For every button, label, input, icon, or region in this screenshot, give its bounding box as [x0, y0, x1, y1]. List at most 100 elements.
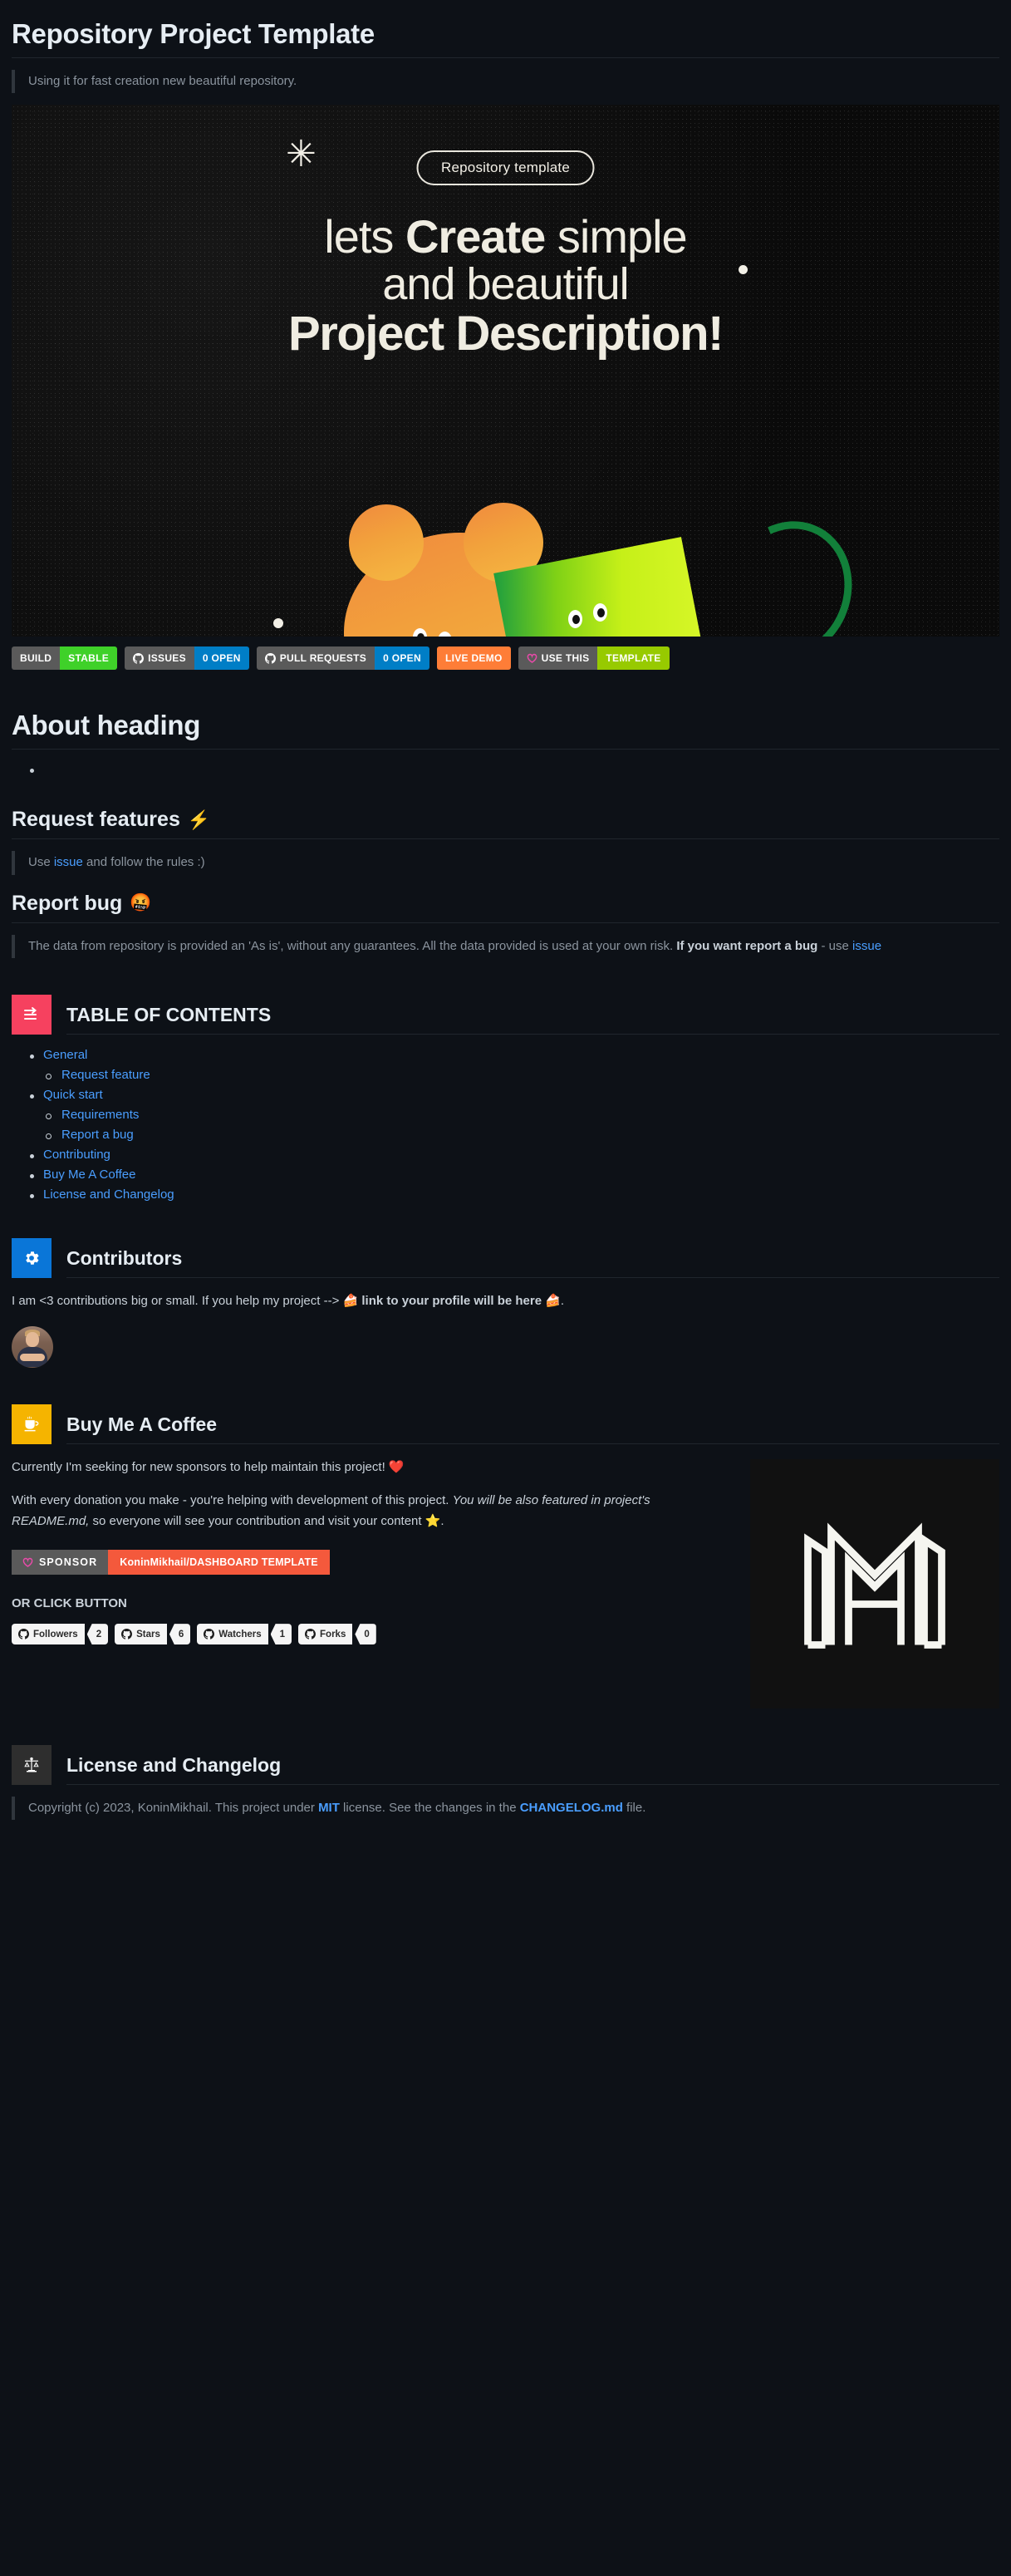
about-heading: About heading: [12, 710, 201, 741]
toc-title: TABLE OF CONTENTS: [66, 1003, 272, 1025]
license-and-changelog-section: License and Changelog Copyright (c) 2023…: [12, 1745, 999, 1821]
toc-link-license-and-changelog[interactable]: License and Changelog: [43, 1187, 174, 1202]
report-bug-heading: Report bug 🤬: [12, 892, 999, 922]
counter-stars-label: Stars: [136, 1629, 160, 1639]
issue-link[interactable]: issue: [54, 855, 83, 869]
coffee-p2-plain-b: so everyone will see your contribution a…: [89, 1513, 444, 1528]
hero-title: lets Create simple and beautiful Project…: [12, 213, 999, 358]
list-item: License and Changelog: [12, 1187, 999, 1202]
badge-live-demo-label: LIVE DEMO: [436, 646, 511, 671]
about-list: [12, 763, 999, 779]
toc-link-report-a-bug[interactable]: Report a bug: [61, 1128, 134, 1142]
counter-watchers[interactable]: Watchers 1: [197, 1624, 292, 1645]
list-item: General Request feature: [12, 1048, 999, 1082]
issue-link[interactable]: issue: [852, 939, 881, 953]
counter-forks-label: Forks: [320, 1629, 346, 1639]
github-icon: [204, 1629, 215, 1639]
changelog-link[interactable]: CHANGELOG.md: [520, 1801, 623, 1815]
mit-license-link[interactable]: MIT: [318, 1801, 340, 1815]
github-icon: [133, 652, 145, 664]
counter-badge-row: Followers 2 Stars 6 Watchers 1 Forks 0: [12, 1624, 729, 1645]
sponsor-value: KoninMikhail/DASHBOARD TEMPLATE: [108, 1550, 330, 1576]
or-click-button-label: OR CLICK BUTTON: [12, 1596, 127, 1611]
github-icon: [264, 652, 276, 664]
coffee-header: Buy Me A Coffee: [12, 1404, 999, 1445]
counter-followers-value: 2: [86, 1624, 109, 1645]
request-features-quote: Use issue and follow the rules :): [12, 851, 999, 875]
request-features-heading: Request features ⚡: [12, 808, 999, 838]
hero-line1-pre: lets: [324, 210, 405, 263]
badge-use-this-template[interactable]: USE THIS TEMPLATE: [518, 646, 670, 671]
contributors-profile-link-text: 🍰 link to your profile will be here 🍰: [342, 1293, 561, 1308]
list-item: [12, 763, 999, 779]
badge-live-demo[interactable]: LIVE DEMO: [436, 646, 511, 671]
badge-pull-requests[interactable]: PULL REQUESTS 0 OPEN: [256, 646, 429, 671]
list-arrow-icon: [24, 1006, 37, 1020]
license-divider: [66, 1784, 999, 1786]
badge-build[interactable]: BUILD STABLE: [12, 646, 118, 671]
mh-monogram-logo: [750, 1459, 999, 1709]
hero-line2: and beautiful: [382, 259, 629, 310]
toc-link-contributing[interactable]: Contributing: [43, 1148, 110, 1162]
license-title: License and Changelog: [66, 1754, 282, 1777]
gear-icon: [26, 1251, 39, 1265]
contributors-paragraph: I am <3 contributions big or small. If y…: [12, 1291, 999, 1311]
counter-stars[interactable]: Stars 6: [115, 1624, 191, 1645]
heart-icon: [527, 653, 537, 663]
sponsor-badge[interactable]: SPONSOR KoninMikhail/DASHBOARD TEMPLATE: [12, 1550, 330, 1576]
buy-me-a-coffee-section: Buy Me A Coffee Currently I'm seeking fo…: [12, 1404, 999, 1709]
coffee-paragraph-2: With every donation you make - you're he…: [12, 1491, 729, 1531]
list-item: Request feature: [43, 1068, 999, 1082]
table-of-contents-section: TABLE OF CONTENTS General Request featur…: [12, 994, 999, 1202]
scales-icon: [24, 1757, 39, 1772]
report-bug-quote: The data from repository is provided an …: [12, 934, 999, 958]
page-title-text: Repository Project Template: [12, 18, 375, 49]
counter-stars-value: 6: [169, 1624, 191, 1645]
counter-forks[interactable]: Forks 0: [298, 1624, 376, 1645]
toc-link-general[interactable]: General: [43, 1048, 87, 1062]
badge-issues-label: ISSUES: [148, 652, 186, 665]
counter-followers[interactable]: Followers 2: [12, 1624, 109, 1645]
badge-pr-value: 0 OPEN: [375, 646, 429, 671]
badge-issues[interactable]: ISSUES 0 OPEN: [125, 646, 249, 671]
license-quote: Copyright (c) 2023, KoninMikhail. This p…: [12, 1797, 999, 1821]
rf-quote-prefix: Use: [28, 855, 54, 870]
contributors-title: Contributors: [66, 1246, 183, 1269]
toc-link-request-feature[interactable]: Request feature: [61, 1068, 150, 1082]
contributors-header: Contributors: [12, 1237, 999, 1278]
toc-divider: [66, 1033, 999, 1035]
rf-quote-suffix: and follow the rules :): [82, 855, 205, 870]
github-icon: [18, 1629, 29, 1639]
hero-line1-bold: Create: [405, 210, 546, 263]
lightning-bolt-icon: ⚡: [187, 809, 211, 830]
hero-line3: Project Description!: [287, 307, 724, 361]
coffee-tile: [12, 1404, 52, 1445]
heart-icon: [22, 1557, 33, 1567]
about-divider: [12, 749, 999, 750]
title-divider: [12, 57, 999, 58]
avatar[interactable]: [12, 1326, 53, 1369]
toc-list: General Request feature Quick start Requ…: [12, 1048, 999, 1202]
page-title: Repository Project Template: [12, 18, 999, 58]
report-bug-heading-text: Report bug: [12, 891, 123, 915]
license-text-b: license. See the changes in the: [339, 1801, 520, 1816]
badge-issues-value: 0 OPEN: [194, 646, 249, 671]
contributors-section: Contributors I am <3 contributions big o…: [12, 1237, 999, 1369]
contributors-divider: [66, 1276, 999, 1278]
toc-link-requirements[interactable]: Requirements: [61, 1108, 139, 1122]
status-badge-row: BUILD STABLE ISSUES 0 OPEN PULL REQUESTS…: [12, 646, 999, 671]
list-item: Requirements: [43, 1108, 999, 1122]
license-tile: [12, 1745, 52, 1786]
toc-tile: [12, 994, 52, 1035]
rb-quote-bold: If you want report a bug: [676, 938, 818, 953]
license-text-a: Copyright (c) 2023, KoninMikhail. This p…: [28, 1801, 319, 1816]
request-features-divider: [12, 838, 999, 840]
license-text-c: file.: [622, 1801, 646, 1816]
angry-face-icon: 🤬: [130, 893, 152, 913]
toc-link-quick-start[interactable]: Quick start: [43, 1088, 103, 1102]
toc-link-buy-me-a-coffee[interactable]: Buy Me A Coffee: [43, 1168, 135, 1182]
counter-forks-value: 0: [355, 1624, 376, 1645]
contributors-text-end: .: [560, 1293, 565, 1308]
hero-line1-post: simple: [545, 210, 688, 263]
list-item: Quick start Requirements Report a bug: [12, 1088, 999, 1142]
